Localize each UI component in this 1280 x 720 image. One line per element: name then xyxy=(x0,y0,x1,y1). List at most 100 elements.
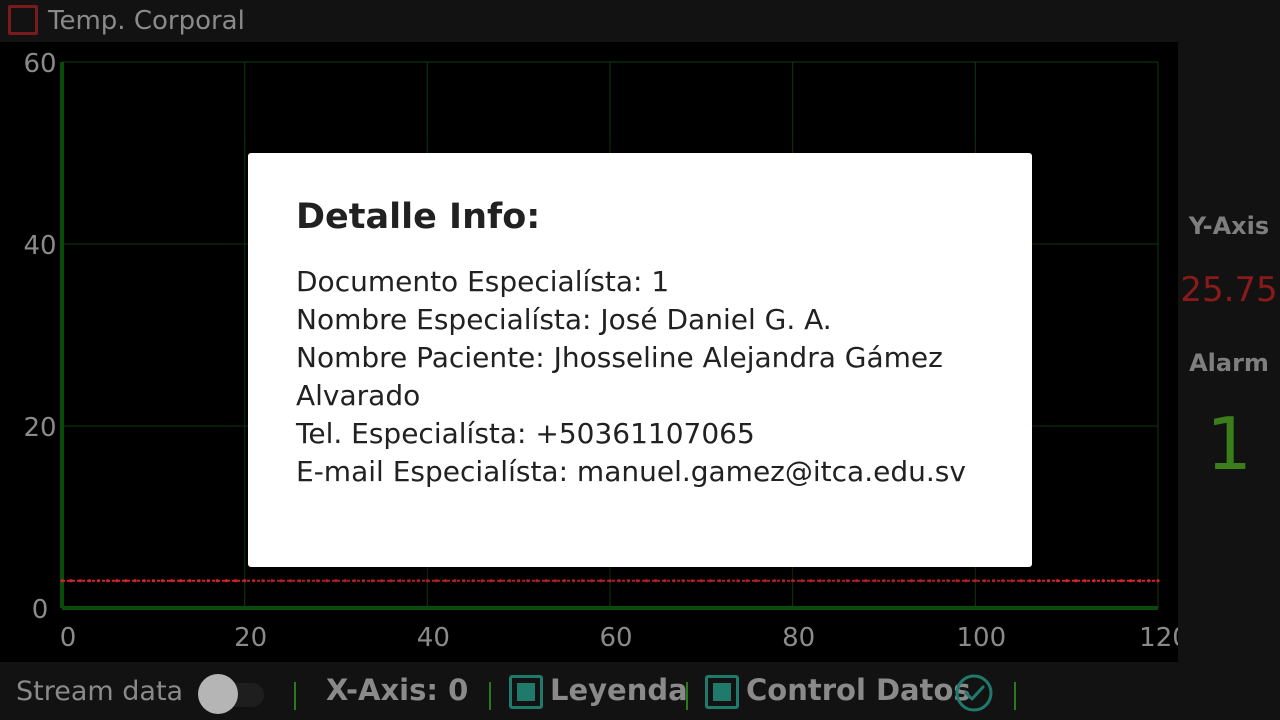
series-point xyxy=(571,579,576,583)
series-point xyxy=(498,579,502,583)
series-point xyxy=(964,579,968,583)
x-axis-label: X-Axis: 0 xyxy=(326,673,469,707)
series-point xyxy=(1156,579,1160,583)
series-point xyxy=(1092,579,1096,583)
series-point xyxy=(1119,579,1124,583)
series-point xyxy=(736,579,740,583)
series-point xyxy=(489,579,493,583)
series-point xyxy=(380,579,384,583)
series-point xyxy=(590,579,594,583)
series-point xyxy=(206,579,210,583)
series-point xyxy=(809,579,813,583)
chart-title: Temp. Corporal xyxy=(48,6,245,36)
series-point xyxy=(718,579,722,583)
series-point xyxy=(279,579,283,583)
series-point xyxy=(1101,579,1105,583)
series-point xyxy=(398,579,402,583)
y-tick-label: 40 xyxy=(23,231,56,261)
series-point xyxy=(845,579,850,583)
stream-toggle-knob[interactable] xyxy=(198,674,238,714)
series-point xyxy=(361,579,365,583)
series-point xyxy=(69,579,73,583)
top-bar: Temp. Corporal xyxy=(0,0,1280,44)
checkbox-fill xyxy=(713,683,731,701)
series-point xyxy=(124,579,128,583)
series-point xyxy=(1138,579,1142,583)
legend-checkbox[interactable] xyxy=(509,675,543,709)
series-point xyxy=(261,579,265,583)
info-patient-name: Nombre Paciente: Jhosseline Alejandra Gá… xyxy=(296,341,943,412)
series-point xyxy=(87,579,91,583)
control-datos-label[interactable]: Control Datos xyxy=(746,673,971,707)
info-document: Documento Especialísta: 1 xyxy=(296,265,670,298)
series-point xyxy=(96,579,101,583)
y-tick-label: 60 xyxy=(23,49,56,79)
series-point xyxy=(781,579,786,583)
series-point xyxy=(1129,579,1133,583)
series-point xyxy=(864,579,868,583)
side-panel: Y-Axis 25.75 Alarm 1 xyxy=(1178,44,1280,664)
check-circle-icon[interactable] xyxy=(954,673,994,713)
series-point xyxy=(635,579,640,583)
series-point xyxy=(763,579,767,583)
series-point xyxy=(352,579,356,583)
series-point xyxy=(946,579,950,583)
series-point xyxy=(179,579,183,583)
series-point xyxy=(855,579,859,583)
x-tick-label: 40 xyxy=(417,623,450,653)
separator xyxy=(489,682,491,710)
series-point xyxy=(1110,579,1114,583)
series-point xyxy=(1083,579,1087,583)
series-point xyxy=(909,579,914,583)
series-point xyxy=(791,579,795,583)
series-point xyxy=(1074,579,1078,583)
control-datos-checkbox[interactable] xyxy=(705,675,739,709)
series-point xyxy=(708,579,713,583)
series-point xyxy=(188,579,192,583)
series-point xyxy=(644,579,649,583)
series-point xyxy=(425,579,429,583)
series-point xyxy=(334,579,338,583)
series-point xyxy=(197,579,201,583)
x-tick-label: 60 xyxy=(599,623,632,653)
series-point xyxy=(142,579,146,583)
series-point xyxy=(1055,579,1060,583)
series-point xyxy=(115,579,119,583)
series-point xyxy=(608,579,612,583)
series-point xyxy=(453,579,457,583)
series-point xyxy=(544,579,548,583)
series-point xyxy=(690,579,694,583)
series-point xyxy=(745,579,749,583)
series-point xyxy=(727,579,731,583)
series-point xyxy=(663,579,667,583)
series-point xyxy=(672,579,676,583)
separator xyxy=(294,682,296,710)
series-point xyxy=(151,579,155,583)
series-point xyxy=(78,579,82,583)
separator xyxy=(1014,682,1016,710)
series-point xyxy=(1065,579,1069,583)
checkbox-fill xyxy=(517,683,535,701)
series-point xyxy=(1028,579,1032,583)
series-point xyxy=(973,579,977,583)
series-point xyxy=(891,579,895,583)
series-point xyxy=(526,579,530,583)
series-point xyxy=(535,579,539,583)
series-point xyxy=(937,579,941,583)
series-point xyxy=(928,579,932,583)
separator xyxy=(686,682,688,710)
series-point xyxy=(471,579,475,583)
temp-checkbox[interactable] xyxy=(8,5,38,35)
series-point xyxy=(827,579,831,583)
series-point xyxy=(553,579,557,583)
series-point xyxy=(873,579,877,583)
info-phone: Tel. Especialísta: +50361107065 xyxy=(296,417,755,450)
series-point xyxy=(1147,579,1151,583)
alarm-label: Alarm xyxy=(1189,349,1269,377)
series-point xyxy=(918,579,923,583)
series-point xyxy=(480,579,484,583)
series-point xyxy=(772,579,777,583)
series-point xyxy=(982,579,987,583)
legend-label[interactable]: Leyenda xyxy=(550,673,688,707)
series-point xyxy=(836,579,840,583)
